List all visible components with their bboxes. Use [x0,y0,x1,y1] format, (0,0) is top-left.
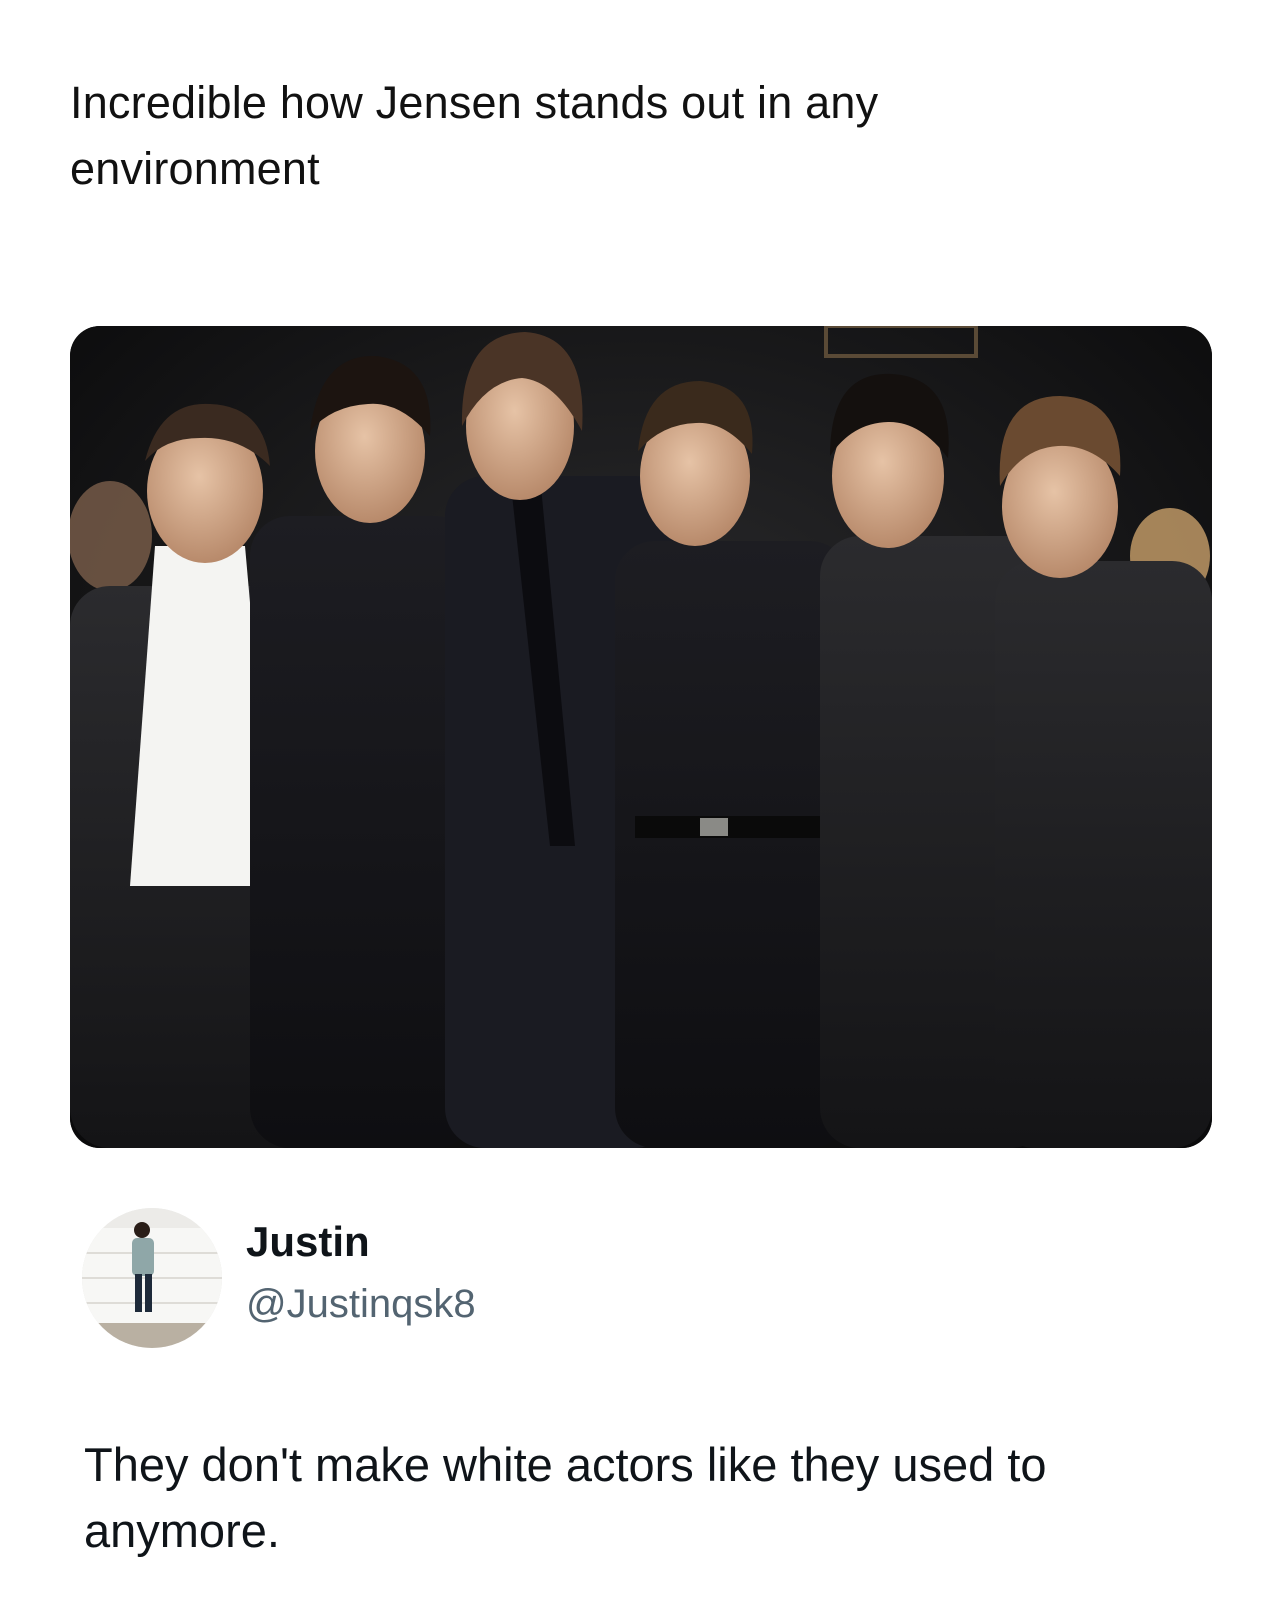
author-name[interactable]: Justin [246,1218,370,1266]
avatar[interactable] [82,1208,222,1348]
tweet-author[interactable]: Justin @Justinqsk8 [82,1208,782,1348]
tweet-text: They don't make white actors like they u… [84,1438,1047,1557]
post-image[interactable] [70,326,1212,1148]
avatar-image [82,1208,222,1348]
author-handle[interactable]: @Justinqsk8 [246,1282,476,1327]
post-caption: Incredible how Jensen stands out in any … [70,77,879,194]
group-photo [70,326,1212,1148]
